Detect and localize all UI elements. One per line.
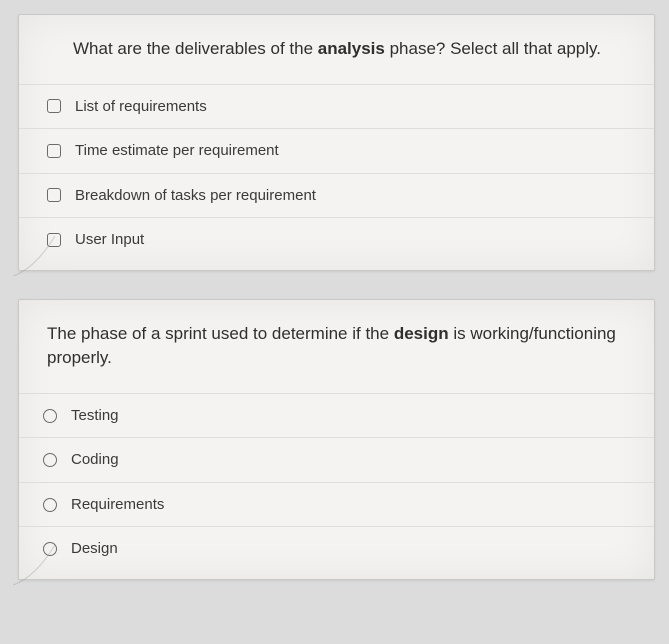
q1-option-label-1: Time estimate per requirement (75, 141, 279, 161)
q1-prompt-strong: analysis (318, 39, 385, 58)
question-card-2: The phase of a sprint used to determine … (18, 299, 655, 580)
q2-prompt-strong: design (394, 324, 449, 343)
q1-prompt-pre: What are the deliverables of the (73, 39, 318, 58)
q2-option-label-2: Requirements (71, 495, 164, 515)
question-prompt-2: The phase of a sprint used to determine … (19, 300, 654, 393)
q2-option-row-2[interactable]: Requirements (19, 482, 654, 527)
checkbox-icon[interactable] (47, 144, 61, 158)
radio-icon[interactable] (43, 453, 57, 467)
question-prompt-1: What are the deliverables of the analysi… (19, 15, 654, 84)
q2-prompt-pre: The phase of a sprint used to determine … (47, 324, 394, 343)
checkbox-icon[interactable] (47, 188, 61, 202)
question-card-1: What are the deliverables of the analysi… (18, 14, 655, 271)
q2-option-label-3: Design (71, 539, 118, 559)
q2-option-row-1[interactable]: Coding (19, 437, 654, 482)
checkbox-icon[interactable] (47, 99, 61, 113)
q1-option-label-2: Breakdown of tasks per requirement (75, 186, 316, 206)
q1-option-row-2[interactable]: Breakdown of tasks per requirement (19, 173, 654, 218)
q1-option-label-3: User Input (75, 230, 144, 250)
radio-icon[interactable] (43, 409, 57, 423)
q2-option-row-0[interactable]: Testing (19, 393, 654, 438)
q1-option-label-0: List of requirements (75, 97, 207, 117)
q2-option-row-3[interactable]: Design (19, 526, 654, 571)
q2-option-label-0: Testing (71, 406, 119, 426)
q2-option-label-1: Coding (71, 450, 119, 470)
radio-icon[interactable] (43, 542, 57, 556)
q1-option-row-3[interactable]: User Input (19, 217, 654, 262)
q1-prompt-post: phase? Select all that apply. (385, 39, 601, 58)
radio-icon[interactable] (43, 498, 57, 512)
q1-option-row-0[interactable]: List of requirements (19, 84, 654, 129)
q1-option-row-1[interactable]: Time estimate per requirement (19, 128, 654, 173)
checkbox-icon[interactable] (47, 233, 61, 247)
